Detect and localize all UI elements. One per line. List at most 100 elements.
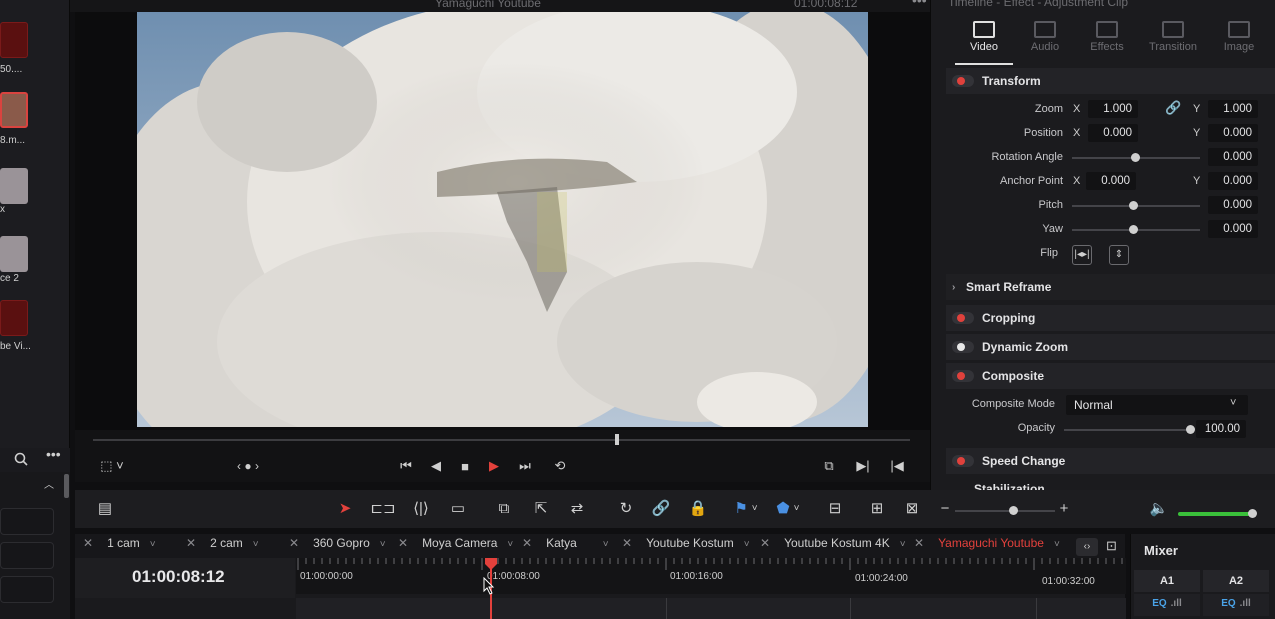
flag-icon[interactable]: ⚑ ˅: [730, 497, 762, 519]
composite-toggle[interactable]: [952, 370, 974, 382]
position-x-field[interactable]: 0.000: [1088, 124, 1138, 142]
anchor-x-field[interactable]: 0.000: [1086, 172, 1136, 190]
slider-knob[interactable]: [1129, 201, 1138, 210]
media-thumbnail[interactable]: [0, 22, 28, 58]
speaker-icon[interactable]: 🔈: [1148, 497, 1170, 519]
bin-row[interactable]: [0, 542, 54, 569]
marker-icon[interactable]: ⬟ ˅: [772, 497, 804, 519]
chevron-up-icon[interactable]: ︿: [44, 476, 54, 491]
yaw-slider[interactable]: [1072, 225, 1200, 234]
pitch-slider[interactable]: [1072, 201, 1200, 210]
link-icon[interactable]: 🔗: [651, 497, 671, 519]
close-icon[interactable]: ✕: [398, 536, 408, 550]
chevron-down-icon[interactable]: ˅: [507, 539, 513, 550]
cropping-toggle[interactable]: [952, 312, 974, 324]
insert-clip-icon[interactable]: ⧉: [491, 497, 517, 519]
video-frame[interactable]: [137, 12, 868, 427]
media-thumbnail[interactable]: [0, 300, 28, 336]
slider-knob[interactable]: [1186, 425, 1195, 434]
play-reverse-icon[interactable]: ◀: [428, 456, 444, 476]
play-icon[interactable]: ▶: [485, 456, 503, 476]
prev-frame-icon[interactable]: |◀: [888, 456, 906, 476]
snapping-icon[interactable]: ↻: [616, 497, 636, 519]
viewer-scrub-handle[interactable]: [615, 434, 619, 445]
flip-horizontal-icon[interactable]: |◂▸|: [1072, 245, 1092, 265]
pitch-field[interactable]: 0.000: [1208, 196, 1258, 214]
jump-to-end-icon[interactable]: ⏭: [514, 456, 536, 476]
zoom-full-icon[interactable]: ⊟: [822, 497, 848, 519]
loop-icon[interactable]: ⟲: [549, 456, 571, 476]
mixer-channel-a1[interactable]: A1: [1134, 570, 1200, 592]
chevron-down-icon[interactable]: ˅: [744, 539, 750, 550]
trim-tool-icon[interactable]: ⊏⊐: [370, 497, 396, 519]
tab-effects[interactable]: Effects: [1078, 21, 1136, 53]
rotation-field[interactable]: 0.000: [1208, 148, 1258, 166]
overwrite-clip-icon[interactable]: ⇱: [528, 497, 554, 519]
zoom-x-field[interactable]: 1.000: [1088, 100, 1138, 118]
clip-nav-icon[interactable]: ‹ ● ›: [226, 456, 270, 476]
section-composite[interactable]: Composite: [946, 363, 1275, 389]
close-icon[interactable]: ✕: [622, 536, 632, 550]
viewer-title[interactable]: Yamaguchi Youtube: [435, 0, 541, 10]
tab-360-gopro[interactable]: ✕ 360 Gopro ˅: [289, 536, 386, 556]
zoom-in-icon[interactable]: +: [1057, 497, 1071, 519]
tab-youtube-kostum-4k[interactable]: ✕ Youtube Kostum 4K ˅: [760, 536, 906, 556]
more-options-icon[interactable]: •••: [46, 446, 61, 462]
search-icon[interactable]: [14, 452, 28, 466]
close-icon[interactable]: ✕: [914, 536, 924, 550]
slider-knob[interactable]: [1131, 153, 1140, 162]
timeline-options-icon[interactable]: ⊡: [1106, 538, 1117, 554]
volume-slider[interactable]: [1178, 512, 1252, 516]
section-cropping[interactable]: Cropping: [946, 305, 1275, 331]
transform-toggle[interactable]: [952, 75, 974, 87]
scrollbar[interactable]: [64, 474, 69, 498]
viewer-crop-mode-icon[interactable]: ⬚ ˅: [94, 456, 130, 476]
tab-scroll-icon[interactable]: ‹›: [1076, 538, 1098, 556]
stop-icon[interactable]: ■: [457, 456, 473, 476]
zoom-custom-icon[interactable]: ⊠: [898, 497, 926, 519]
flip-vertical-icon[interactable]: ⇕: [1109, 245, 1129, 265]
tab-image[interactable]: Image: [1210, 21, 1268, 53]
dynamic-zoom-toggle[interactable]: [952, 341, 974, 353]
section-speed-change[interactable]: Speed Change: [946, 448, 1275, 474]
match-frame-icon[interactable]: ⧉: [818, 456, 840, 476]
blade-tool-icon[interactable]: ▭: [445, 497, 471, 519]
viewer-scrub-bar[interactable]: [93, 439, 910, 441]
more-options-icon[interactable]: •••: [912, 0, 927, 8]
close-icon[interactable]: ✕: [522, 536, 532, 550]
layout-icon[interactable]: ▤: [92, 497, 118, 519]
anchor-y-field[interactable]: 0.000: [1208, 172, 1258, 190]
link-icon[interactable]: 🔗: [1165, 100, 1181, 116]
tab-moya-camera[interactable]: ✕ Moya Camera ˅: [398, 536, 513, 556]
timeline-timecode[interactable]: 01:00:08:12: [132, 567, 225, 587]
dynamic-trim-icon[interactable]: ⟨|⟩: [408, 497, 434, 519]
section-transform[interactable]: Transform: [946, 68, 1275, 94]
timeline-zoom-slider[interactable]: [955, 510, 1055, 512]
eq-button[interactable]: EQ .ıll: [1134, 594, 1200, 616]
chevron-down-icon[interactable]: ˅: [380, 539, 386, 550]
selection-tool-icon[interactable]: ➤: [337, 497, 353, 519]
mixer-channel-a2[interactable]: A2: [1203, 570, 1269, 592]
position-y-field[interactable]: 0.000: [1208, 124, 1258, 142]
tab-video[interactable]: Video: [955, 21, 1013, 53]
section-stabilization[interactable]: Stabilization: [946, 478, 1275, 490]
jump-to-start-icon[interactable]: ⏮: [395, 456, 417, 476]
tab-transition[interactable]: Transition: [1144, 21, 1202, 53]
close-icon[interactable]: ✕: [186, 536, 196, 550]
media-thumbnail[interactable]: [0, 236, 28, 272]
tab-1-cam[interactable]: ✕ 1 cam ˅: [83, 536, 156, 556]
slider-knob[interactable]: [1129, 225, 1138, 234]
close-icon[interactable]: ✕: [289, 536, 299, 550]
section-smart-reframe[interactable]: › Smart Reframe: [946, 274, 1275, 300]
tab-katya[interactable]: ✕ Katya ˅: [522, 536, 609, 556]
tab-yamaguchi-youtube[interactable]: ✕ Yamaguchi Youtube ˅: [914, 536, 1060, 556]
zoom-out-icon[interactable]: −: [938, 497, 952, 519]
video-track[interactable]: [296, 598, 1126, 619]
zoom-detail-icon[interactable]: ⊞: [864, 497, 890, 519]
opacity-slider[interactable]: [1064, 425, 1195, 434]
rotation-slider[interactable]: [1072, 153, 1200, 162]
next-frame-icon[interactable]: ▶|: [854, 456, 872, 476]
yaw-field[interactable]: 0.000: [1208, 220, 1258, 238]
bin-row[interactable]: [0, 508, 54, 535]
bin-row[interactable]: [0, 576, 54, 603]
